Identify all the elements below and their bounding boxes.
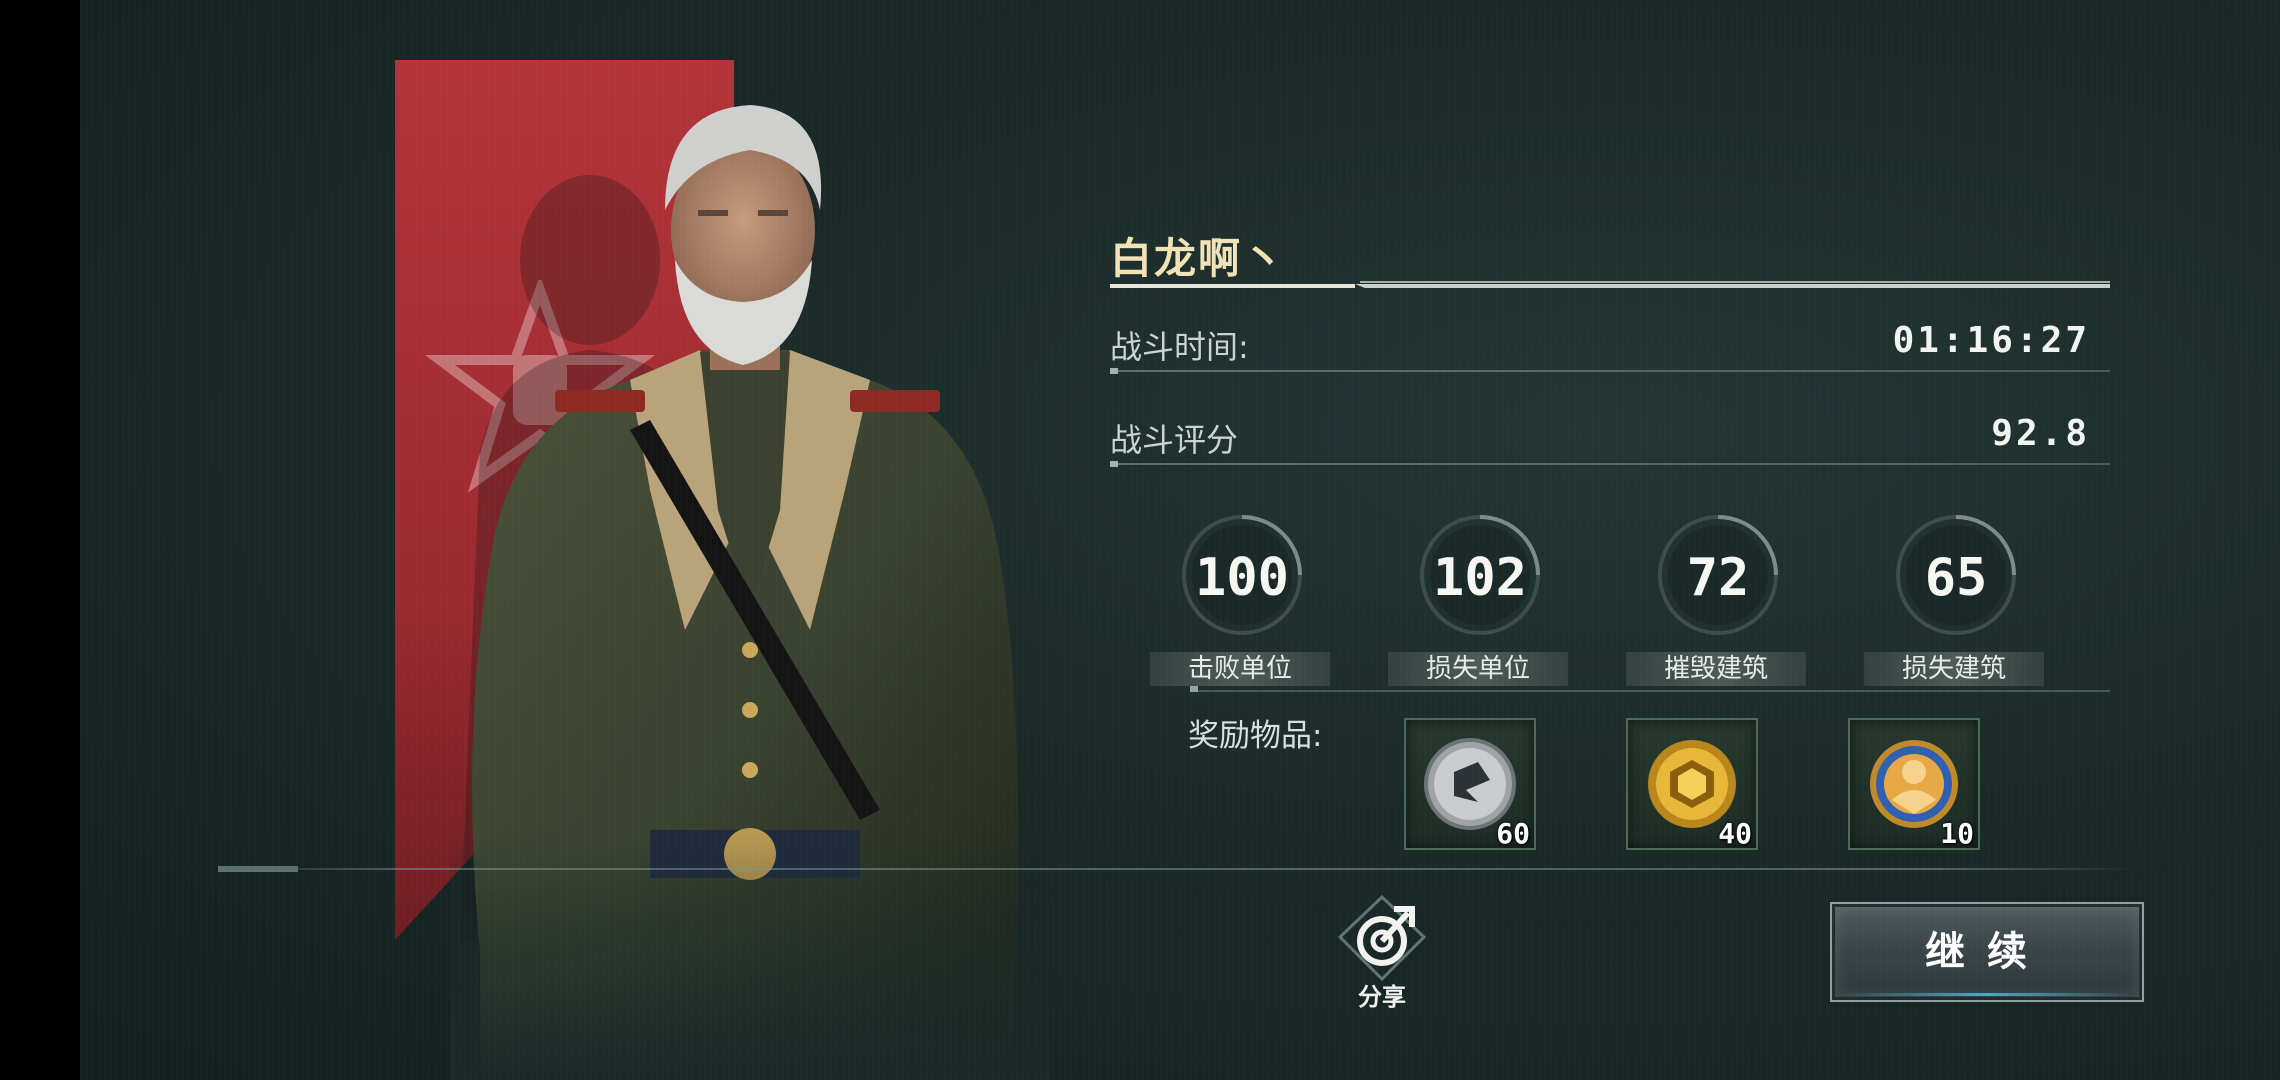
lost-units-label: 损失单位 (1388, 652, 1568, 686)
stats-divider-dot (1190, 686, 1198, 692)
commander-portrait (450, 90, 1050, 1080)
battle-time-row: 战斗时间: 01:16:27 (1110, 320, 2110, 374)
game-screen: 白龙啊丶 战斗时间: 01:16:27 战斗评分 92.8 100 击败单位 1… (0, 0, 2280, 1080)
lost-buildings-label: 损失建筑 (1864, 652, 2044, 686)
reward-count: 10 (1940, 817, 1974, 850)
name-underline (1110, 281, 2110, 288)
lost-units-stat: 102 损失单位 (1380, 510, 1568, 690)
rewards-label: 奖励物品: (1188, 718, 1323, 754)
reward-count: 40 (1718, 817, 1752, 850)
reward-item-medal[interactable]: 10 (1848, 718, 1980, 850)
battle-time-value: 01:16:27 (1892, 320, 2090, 361)
battle-score-row: 战斗评分 92.8 (1110, 413, 2110, 467)
lost-units-value: 102 (1433, 548, 1527, 608)
lost-buildings-stat: 65 损失建筑 (1856, 510, 2044, 690)
player-name: 白龙啊丶 (1110, 234, 1287, 283)
battle-score-value: 92.8 (1991, 413, 2090, 454)
reward-item-silver[interactable]: 60 (1404, 718, 1536, 850)
stats-divider (1190, 690, 2110, 692)
reward-item-gold[interactable]: 40 (1626, 718, 1758, 850)
bottom-divider-accent (218, 866, 298, 872)
destroyed-buildings-value: 72 (1686, 548, 1750, 608)
defeated-units-stat: 100 击败单位 (1142, 510, 1330, 690)
row-divider (1110, 461, 2110, 467)
continue-button[interactable]: 继续 (1830, 902, 2144, 1002)
defeated-units-value: 100 (1195, 548, 1289, 608)
lost-buildings-value: 65 (1924, 548, 1988, 608)
defeated-units-label: 击败单位 (1150, 652, 1330, 686)
destroyed-buildings-label: 摧毁建筑 (1626, 652, 1806, 686)
battle-time-label: 战斗时间: (1110, 328, 1249, 366)
battle-score-label: 战斗评分 (1110, 421, 1239, 459)
reward-count: 60 (1496, 817, 1530, 850)
share-button[interactable]: 分享 (1332, 894, 1432, 1015)
share-label: 分享 (1358, 983, 1406, 1011)
row-divider (1110, 368, 2110, 374)
bottom-divider (218, 868, 2138, 870)
battle-result-panel: 白龙啊丶 战斗时间: 01:16:27 战斗评分 92.8 100 击败单位 1… (80, 0, 2280, 1080)
destroyed-buildings-stat: 72 摧毁建筑 (1618, 510, 1806, 690)
share-icon (1337, 894, 1427, 982)
